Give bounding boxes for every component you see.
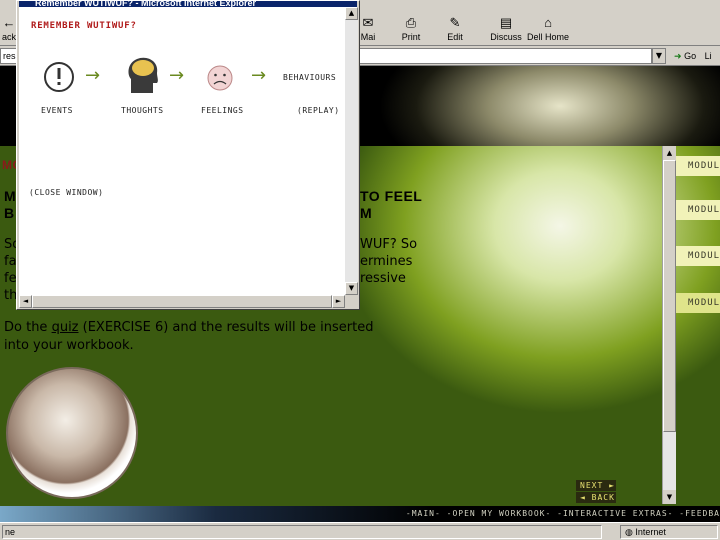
discuss-button[interactable]: ▤ Discuss xyxy=(488,16,524,46)
go-button[interactable]: ➜ Go Li xyxy=(670,48,716,64)
page-heading-left-1: M xyxy=(4,188,17,204)
wutiwuf-heading: REMEMBER WUTIWUF? xyxy=(31,21,137,31)
globe-icon: ◍ xyxy=(625,527,633,537)
popup-scroll-up-button[interactable]: ▲ xyxy=(345,7,358,20)
status-text: ne xyxy=(2,525,602,539)
page-scrollbar[interactable]: ▲ ▼ xyxy=(662,146,676,504)
module-tab-2[interactable]: MODUL xyxy=(676,200,720,220)
step-label-feelings: FEELINGS xyxy=(201,106,244,115)
step-label-behaviours: BEHAVIOURS xyxy=(283,73,337,82)
replay-link[interactable]: (REPLAY) xyxy=(297,106,340,115)
triangle-up-icon: ▲ xyxy=(348,9,355,17)
arrow-right-icon: → xyxy=(169,65,185,86)
triangle-down-icon: ▼ xyxy=(348,284,355,292)
chevron-down-icon: ▼ xyxy=(655,51,663,60)
step-label-thoughts: THOUGHTS xyxy=(121,106,164,115)
head-brain-icon xyxy=(128,57,158,93)
popup-scroll-left-button[interactable]: ◄ xyxy=(19,295,32,308)
thinking-man-illustration xyxy=(6,367,138,499)
address-dropdown-button[interactable]: ▼ xyxy=(652,48,666,64)
arrow-right-icon: → xyxy=(251,65,267,86)
step-label-events: EVENTS xyxy=(41,106,73,115)
module-tab-1[interactable]: MODUL xyxy=(676,156,720,176)
discuss-icon: ▤ xyxy=(499,15,513,30)
quiz-instruction-line2: into your workbook. xyxy=(4,338,134,353)
para-right-2: ermines xyxy=(360,254,413,269)
triangle-up-icon: ▲ xyxy=(666,149,673,157)
arrow-right-icon: → xyxy=(85,65,101,86)
close-window-link[interactable]: (CLOSE WINDOW) xyxy=(29,188,103,197)
back-page-button[interactable]: ◄ BACK xyxy=(576,492,616,503)
page-navigation: NEXT ► ◄ BACK xyxy=(576,480,616,504)
page-heading-right-2: M xyxy=(360,205,373,221)
edit-icon: ✎ xyxy=(449,15,461,30)
scroll-thumb[interactable] xyxy=(663,160,676,432)
scroll-down-button[interactable]: ▼ xyxy=(663,490,676,504)
sad-face-icon xyxy=(207,65,233,91)
footer-nav-bar: -MAIN- -OPEN MY WORKBOOK- -INTERACTIVE E… xyxy=(0,506,720,522)
page-heading-left-2: B xyxy=(4,205,15,221)
triangle-right-icon: ► xyxy=(335,297,342,305)
para-left-3: fe xyxy=(4,271,17,286)
dell-home-icon: ⌂ xyxy=(544,15,552,30)
mail-icon: ✉ xyxy=(362,15,374,30)
triangle-down-icon: ▼ xyxy=(666,493,673,501)
popup-hscroll-thumb[interactable] xyxy=(32,295,332,308)
printer-icon: ⎙ xyxy=(405,15,417,30)
module-tab-3[interactable]: MODUL xyxy=(676,246,720,266)
exclamation-icon xyxy=(44,62,74,92)
print-button[interactable]: ⎙ Print xyxy=(398,16,424,46)
security-zone: ◍ Internet xyxy=(620,525,718,539)
next-button[interactable]: NEXT ► xyxy=(576,480,616,491)
popup-horizontal-scrollbar[interactable]: ◄ ► xyxy=(19,295,345,308)
edit-button[interactable]: ✎ Edit xyxy=(442,16,468,46)
popup-window: Remember WUTIWUF? - Microsoft Internet E… xyxy=(16,0,360,310)
para-right-1: WUF? So xyxy=(360,237,418,252)
para-right-3: ressive xyxy=(360,271,406,286)
popup-vertical-scrollbar[interactable]: ▲ ▼ xyxy=(345,7,358,295)
popup-scroll-down-button[interactable]: ▼ xyxy=(345,282,358,295)
module-tab-4[interactable]: MODUL xyxy=(676,293,720,313)
quiz-link[interactable]: quiz xyxy=(52,320,79,335)
scroll-up-button[interactable]: ▲ xyxy=(663,146,676,160)
status-bar: ne ◍ Internet xyxy=(0,522,720,540)
dell-home-button[interactable]: ⌂ Dell Home xyxy=(526,16,570,46)
quiz-instruction: Do the quiz (EXERCISE 6) and the results… xyxy=(4,320,374,335)
popup-scroll-right-button[interactable]: ► xyxy=(332,295,345,308)
para-left-2: fa xyxy=(4,254,17,269)
page-heading-right-1: TO FEEL xyxy=(360,188,423,204)
go-arrow-icon: ➜ xyxy=(674,51,682,61)
popup-content: REMEMBER WUTIWUF? → → → BEHAVIOURS EVENT… xyxy=(19,7,345,295)
triangle-left-icon: ◄ xyxy=(22,297,29,305)
footer-links[interactable]: -MAIN- -OPEN MY WORKBOOK- -INTERACTIVE E… xyxy=(406,509,720,518)
